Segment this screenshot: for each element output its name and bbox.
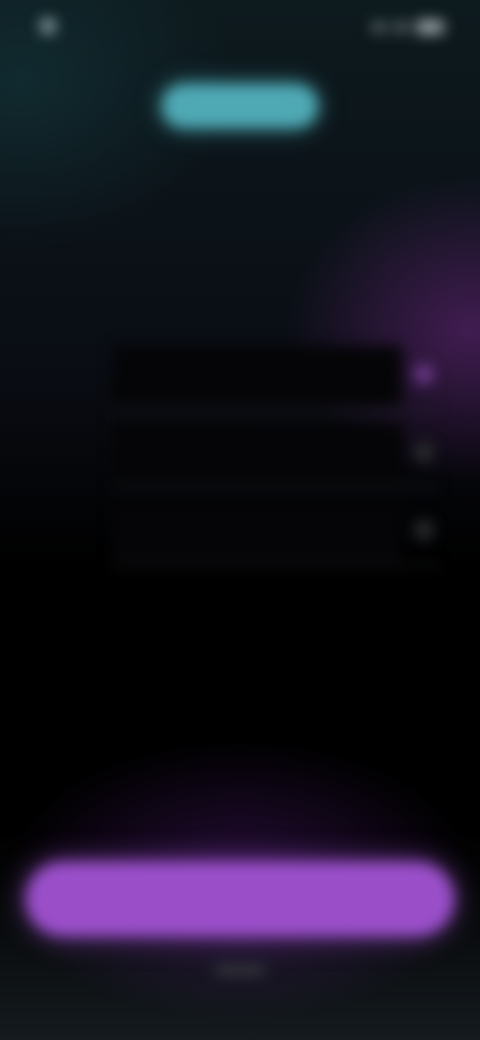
form-row-divider bbox=[112, 564, 440, 566]
form-row[interactable] bbox=[40, 418, 440, 496]
info-icon[interactable] bbox=[414, 364, 434, 384]
wifi-icon bbox=[394, 22, 408, 32]
form bbox=[40, 340, 440, 574]
blurred-content bbox=[0, 0, 480, 1040]
form-row-divider bbox=[112, 486, 440, 488]
app-screen bbox=[0, 0, 480, 1040]
info-icon[interactable] bbox=[414, 520, 434, 540]
form-row[interactable] bbox=[40, 496, 440, 574]
form-row-field[interactable] bbox=[112, 502, 402, 562]
step-badge bbox=[162, 84, 318, 128]
info-icon[interactable] bbox=[414, 442, 434, 462]
status-bar bbox=[0, 0, 480, 56]
form-row[interactable] bbox=[40, 340, 440, 418]
battery-icon bbox=[416, 20, 444, 34]
form-row-field[interactable] bbox=[112, 346, 402, 406]
signal-icon bbox=[372, 22, 386, 32]
status-left bbox=[40, 18, 66, 34]
home-indicator[interactable] bbox=[214, 966, 266, 974]
status-right bbox=[372, 20, 444, 34]
primary-button[interactable] bbox=[26, 862, 454, 936]
form-row-field[interactable] bbox=[112, 424, 402, 484]
form-row-divider bbox=[112, 408, 440, 410]
notification-dot-icon bbox=[40, 18, 56, 34]
